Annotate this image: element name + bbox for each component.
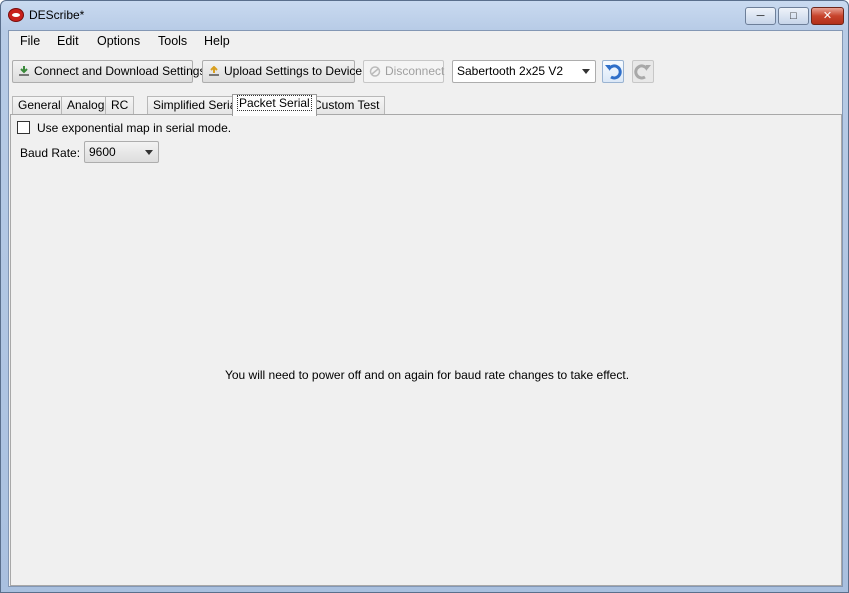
device-select-value: Sabertooth 2x25 V2 bbox=[457, 64, 564, 78]
undo-icon bbox=[605, 64, 622, 80]
maximize-button[interactable]: □ bbox=[778, 7, 809, 25]
window-title: DEScribe* bbox=[29, 8, 85, 22]
disconnect-icon bbox=[369, 66, 381, 77]
client-area: File Edit Options Tools Help Connect and… bbox=[8, 30, 843, 587]
baud-rate-label: Baud Rate: bbox=[20, 146, 81, 160]
disconnect-label: Disconnect bbox=[385, 64, 445, 78]
menu-help[interactable]: Help bbox=[200, 33, 234, 51]
minimize-icon: ─ bbox=[756, 10, 765, 22]
disconnect-button[interactable]: Disconnect bbox=[363, 60, 444, 83]
download-arrow-icon bbox=[19, 66, 29, 76]
tab-analog[interactable]: Analog bbox=[61, 96, 111, 115]
menu-bar: File Edit Options Tools Help bbox=[9, 31, 842, 51]
undo-button[interactable] bbox=[602, 60, 624, 83]
connect-download-label: Connect and Download Settings bbox=[34, 64, 206, 78]
menu-options[interactable]: Options bbox=[93, 33, 144, 51]
maximize-icon: □ bbox=[790, 10, 797, 22]
tab-strip: General Analog RC Simplified Serial Pack… bbox=[10, 94, 844, 116]
baud-rate-select[interactable]: 9600 bbox=[84, 141, 159, 163]
menu-file[interactable]: File bbox=[16, 33, 44, 51]
exp-map-checkbox[interactable] bbox=[17, 121, 30, 134]
app-window: DEScribe* ─ □ ✕ File Edit Options Tools … bbox=[0, 0, 849, 593]
exp-map-label[interactable]: Use exponential map in serial mode. bbox=[37, 121, 231, 135]
baud-rate-value: 9600 bbox=[89, 145, 116, 159]
packet-serial-panel: Use exponential map in serial mode. Baud… bbox=[10, 114, 842, 586]
upload-settings-button[interactable]: Upload Settings to Device bbox=[202, 60, 362, 83]
tab-simplified-serial[interactable]: Simplified Serial bbox=[147, 96, 246, 115]
tab-rc[interactable]: RC bbox=[105, 96, 135, 115]
tab-packet-serial[interactable]: Packet Serial bbox=[232, 94, 317, 116]
chevron-down-icon bbox=[145, 150, 153, 155]
tab-custom-test[interactable]: Custom Test bbox=[307, 96, 386, 115]
redo-icon bbox=[634, 64, 651, 80]
chevron-down-icon bbox=[582, 69, 590, 74]
tab-general[interactable]: General bbox=[12, 96, 67, 115]
title-bar[interactable]: DEScribe* ─ □ ✕ bbox=[1, 1, 848, 30]
toolbar: Connect and Download Settings Upload Set… bbox=[9, 57, 842, 87]
app-logo-icon bbox=[8, 8, 24, 22]
close-icon: ✕ bbox=[822, 10, 833, 22]
close-button[interactable]: ✕ bbox=[811, 7, 844, 25]
connect-download-button[interactable]: Connect and Download Settings bbox=[12, 60, 205, 83]
upload-settings-label: Upload Settings to Device bbox=[224, 64, 363, 78]
tab-packet-serial-label: Packet Serial bbox=[237, 95, 312, 111]
redo-button[interactable] bbox=[632, 60, 654, 83]
minimize-button[interactable]: ─ bbox=[745, 7, 776, 25]
upload-arrow-icon bbox=[209, 66, 219, 76]
menu-edit[interactable]: Edit bbox=[53, 33, 83, 51]
menu-tools[interactable]: Tools bbox=[154, 33, 191, 51]
device-select[interactable]: Sabertooth 2x25 V2 bbox=[452, 60, 596, 83]
baud-rate-notice: You will need to power off and on again … bbox=[224, 368, 630, 382]
